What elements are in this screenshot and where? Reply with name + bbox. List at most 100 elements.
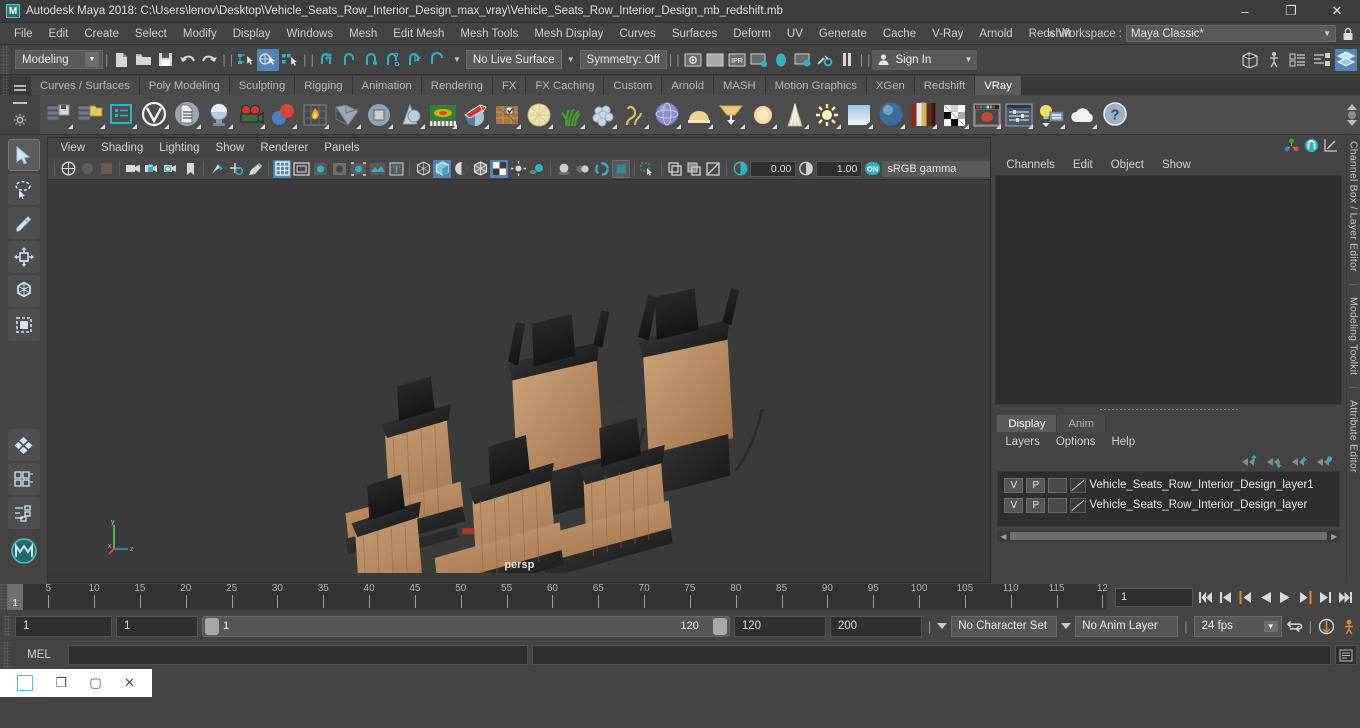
layer-list[interactable]: V P Vehicle_Seats_Row_Interior_Design_la… — [997, 471, 1341, 527]
move-layer-down-icon[interactable] — [1266, 455, 1282, 468]
viewport-scrollbar[interactable] — [48, 573, 991, 582]
graph-editor-icon[interactable] — [1324, 138, 1338, 152]
viewport-menu-panels[interactable]: Panels — [316, 140, 367, 156]
make-live-button[interactable] — [426, 49, 448, 71]
vray-sphere-light-icon[interactable] — [203, 99, 234, 130]
workspace-select[interactable]: Maya Classic* ▼ — [1126, 25, 1336, 42]
current-frame-field[interactable]: 1 — [1115, 587, 1193, 607]
layer-color-swatch[interactable] — [1070, 477, 1087, 493]
xray-icon[interactable] — [666, 160, 684, 178]
layer-list-scrollbar[interactable]: ◀ ▶ — [997, 530, 1341, 542]
vehicle-seats-model[interactable]: VEHICLE SEAT — [48, 180, 990, 573]
vray-hair-icon[interactable] — [619, 99, 650, 130]
vray-sunlight-icon[interactable] — [811, 99, 842, 130]
wireframe-shading-icon[interactable] — [414, 160, 432, 178]
menu-item-create[interactable]: Create — [76, 26, 127, 42]
lock-icon[interactable] — [1340, 26, 1356, 42]
scroll-thumb[interactable] — [1010, 532, 1328, 540]
menu-item-display[interactable]: Display — [225, 26, 279, 42]
channel-box-icon[interactable] — [1284, 138, 1299, 152]
command-language-label[interactable]: MEL — [14, 649, 64, 661]
layer-menu-options[interactable]: Options — [1048, 435, 1104, 449]
toggle-shadows-icon[interactable] — [330, 160, 348, 178]
menu-item-windows[interactable]: Windows — [278, 26, 341, 42]
step-forward-frame-icon[interactable] — [1297, 588, 1314, 606]
vray-mtl-layered-icon[interactable] — [907, 99, 938, 130]
layer-playback-toggle[interactable]: P — [1026, 477, 1046, 493]
select-by-hierarchy-button[interactable] — [235, 49, 257, 71]
move-tool[interactable] — [7, 241, 40, 273]
step-forward-keyframe-icon[interactable] — [1317, 588, 1334, 606]
shelf-tab-poly-modeling[interactable]: Poly Modeling — [139, 76, 230, 95]
render-settings-button[interactable] — [748, 49, 770, 71]
shelf-grip[interactable] — [2, 75, 9, 95]
vray-ies-light-icon[interactable] — [779, 99, 810, 130]
toggle-film-gate-icon[interactable] — [292, 160, 310, 178]
shelf-tab-vray[interactable]: VRay — [975, 76, 1022, 95]
toggle-viewport-render-icon[interactable] — [612, 159, 631, 178]
shelf-tab-sculpting[interactable]: Sculpting — [229, 76, 296, 95]
shelf-tab-mash[interactable]: MASH — [713, 76, 766, 95]
viewport-3d-view[interactable]: VEHICLE SEAT — [48, 180, 991, 573]
list-item[interactable]: V P Vehicle_Seats_Row_Interior_Design_la… — [1000, 475, 1337, 495]
vray-sky-icon[interactable] — [843, 99, 874, 130]
render-view-button[interactable] — [792, 49, 814, 71]
two-d-pan-zoom-icon[interactable] — [227, 160, 245, 178]
render-setup-button[interactable] — [814, 49, 836, 71]
close-window-icon[interactable]: ✕ — [124, 675, 135, 691]
viewport-menu-show[interactable]: Show — [208, 140, 253, 156]
auto-keyframe-icon[interactable] — [1318, 617, 1335, 635]
snap-to-grid-button[interactable] — [316, 49, 338, 71]
select-by-object-button[interactable] — [257, 48, 280, 71]
last-tool[interactable] — [7, 429, 40, 461]
exposure-field[interactable]: 0.00 — [750, 160, 797, 177]
vray-mtl-sphere-icon[interactable] — [875, 99, 906, 130]
anim-layer-menu-icon[interactable] — [1061, 623, 1072, 629]
vray-settings-icon[interactable] — [1003, 99, 1034, 130]
playback-speed-select[interactable]: 24 fps ▼ — [1193, 615, 1282, 637]
layer-color-swatch[interactable] — [1070, 497, 1087, 513]
texture-checker-icon[interactable] — [490, 159, 509, 178]
render-current-frame-button[interactable] — [682, 49, 704, 71]
vray-clipper-icon[interactable] — [491, 99, 522, 130]
vray-cloud-icon[interactable] — [1067, 99, 1098, 130]
step-back-frame-icon[interactable] — [1237, 588, 1254, 606]
layer-menu-layers[interactable]: Layers — [997, 435, 1048, 449]
toggle-text-icon[interactable]: T — [387, 160, 405, 178]
play-forwards-icon[interactable] — [1277, 588, 1294, 606]
xray-active-components-icon[interactable] — [704, 160, 722, 178]
motion-blur-icon[interactable] — [574, 160, 592, 178]
hypershade-button[interactable] — [770, 49, 792, 71]
menu-item-generate[interactable]: Generate — [811, 26, 875, 42]
close-button[interactable]: ✕ — [1314, 0, 1360, 22]
rotate-tool[interactable] — [7, 275, 40, 307]
layer-visibility-toggle[interactable]: V — [1004, 477, 1024, 493]
layer-name[interactable]: Vehicle_Seats_Row_Interior_Design_layer — [1089, 499, 1307, 511]
shelf-handle-icon[interactable] — [13, 102, 27, 104]
side-tab-modeling-toolkit[interactable]: Modeling Toolkit — [1348, 291, 1360, 381]
isolate-select-icon[interactable] — [639, 160, 657, 178]
shelf-tab-curves-surfaces[interactable]: Curves / Surfaces — [31, 76, 140, 95]
exposure-icon[interactable] — [731, 160, 749, 178]
menu-set-select[interactable]: Modeling ▼ — [15, 50, 103, 69]
list-item[interactable]: V P Vehicle_Seats_Row_Interior_Design_la… — [1000, 495, 1337, 515]
snap-to-projected-center-button[interactable] — [382, 49, 404, 71]
menu-item-arnold[interactable]: Arnold — [971, 26, 1020, 42]
paint-select-tool[interactable] — [7, 207, 40, 239]
layer-menu-help[interactable]: Help — [1103, 435, 1143, 449]
live-surface-field[interactable]: No Live Surface — [465, 50, 562, 69]
vray-sphere-icon[interactable] — [651, 99, 682, 130]
shelf-tab-rendering[interactable]: Rendering — [421, 76, 493, 95]
go-to-end-icon[interactable] — [1337, 588, 1354, 606]
script-editor-icon[interactable] — [1335, 645, 1357, 665]
layer-visibility-toggle[interactable]: V — [1004, 497, 1024, 513]
shade-textured-icon[interactable] — [452, 160, 470, 178]
lock-camera-icon[interactable] — [143, 160, 161, 178]
ipr-render-button[interactable]: IPR — [726, 49, 748, 71]
menu-item-curves[interactable]: Curves — [611, 26, 663, 42]
menu-item-modify[interactable]: Modify — [175, 26, 225, 42]
chevron-down-icon[interactable]: ▼ — [567, 55, 575, 64]
vray-camera-icon[interactable] — [235, 99, 266, 130]
xray-joints-icon[interactable] — [685, 160, 703, 178]
maya-taskbar-icon[interactable]: M — [17, 675, 34, 691]
